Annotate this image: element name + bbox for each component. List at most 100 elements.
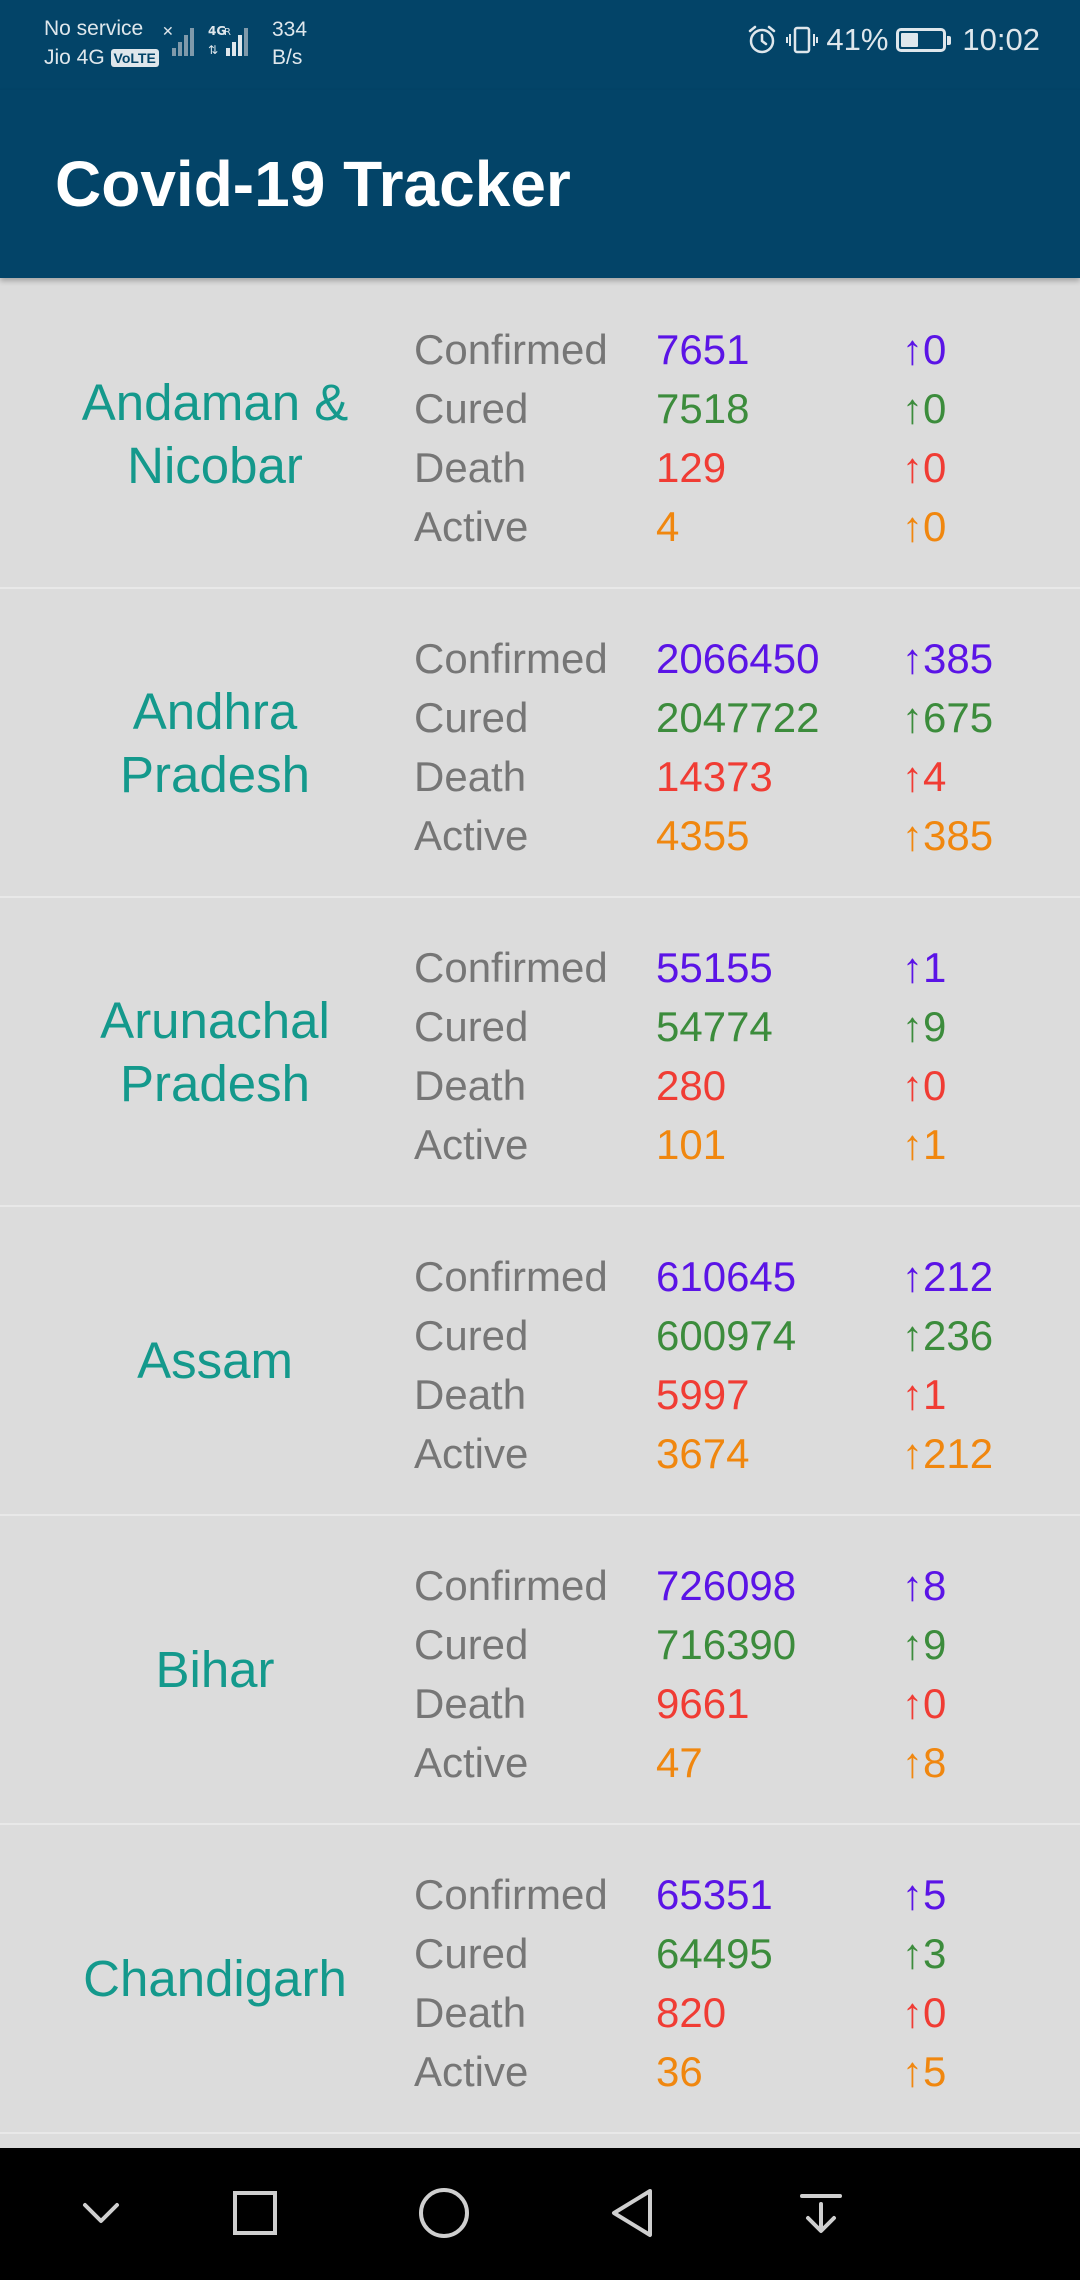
death-value: 280 (656, 1062, 727, 1109)
state-card[interactable]: Chandigarh Confirmed 65351 ↑5 Cured 6449… (0, 1825, 1080, 2134)
state-name: Chandigarh (83, 1950, 347, 2007)
death-value: 129 (656, 444, 727, 491)
confirmed-label: Confirmed (414, 1871, 608, 1918)
death-value: 9661 (656, 1680, 750, 1727)
death-label: Death (414, 444, 527, 491)
state-card[interactable]: Andhra Pradesh Confirmed 2066450 ↑385 Cu… (0, 589, 1080, 898)
active-row: Active 3674 ↑212 (414, 1424, 1014, 1483)
cured-delta: ↑675 (902, 694, 994, 741)
cured-value: 600974 (656, 1312, 797, 1359)
cured-row: Cured 2047722 ↑675 (414, 688, 1014, 747)
state-card[interactable]: Andaman & Nicobar Confirmed 7651 ↑0 Cure… (0, 280, 1080, 589)
state-stats: Confirmed 2066450 ↑385 Cured 2047722 ↑67… (414, 629, 1014, 865)
active-label: Active (414, 1121, 529, 1168)
active-delta: ↑0 (902, 503, 947, 550)
chevron-down-icon[interactable] (66, 2178, 136, 2248)
cured-value: 7518 (656, 385, 750, 432)
active-row: Active 4 ↑0 (414, 497, 1014, 556)
cured-value: 716390 (656, 1621, 797, 1668)
confirmed-value: 726098 (656, 1562, 797, 1609)
active-delta: ↑1 (902, 1121, 947, 1168)
confirmed-label: Confirmed (414, 1253, 608, 1300)
carrier-info: No service Jio 4G VoLTE (44, 14, 159, 72)
state-name: Andaman & Nicobar (81, 373, 349, 494)
signal-4g-icon: 4G R ⇅ (208, 24, 248, 57)
confirmed-label: Confirmed (414, 326, 608, 373)
confirmed-label: Confirmed (414, 1562, 608, 1609)
confirmed-label: Confirmed (414, 944, 608, 991)
active-value: 101 (656, 1121, 727, 1168)
cured-row: Cured 7518 ↑0 (414, 379, 1014, 438)
confirmed-label: Confirmed (414, 635, 608, 682)
cured-value: 64495 (656, 1930, 773, 1977)
confirmed-row: Confirmed 7651 ↑0 (414, 320, 1014, 379)
cured-row: Cured 64495 ↑3 (414, 1924, 1014, 1983)
confirmed-delta: ↑5 (902, 1871, 947, 1918)
death-delta: ↑4 (902, 753, 947, 800)
active-value: 47 (656, 1739, 703, 1786)
confirmed-delta: ↑385 (902, 635, 994, 682)
death-delta: ↑1 (902, 1371, 947, 1418)
confirmed-value: 65351 (656, 1871, 773, 1918)
active-label: Active (414, 1739, 529, 1786)
cured-label: Cured (414, 1930, 529, 1977)
signal-no-service-icon: ✕ (162, 24, 194, 56)
confirmed-delta: ↑0 (902, 326, 947, 373)
cured-delta: ↑9 (902, 1003, 947, 1050)
active-value: 3674 (656, 1430, 750, 1477)
recents-square-icon[interactable] (220, 2178, 290, 2248)
state-stats: Confirmed 65351 ↑5 Cured 64495 ↑3 Death … (414, 1865, 1014, 2101)
cured-delta: ↑9 (902, 1621, 947, 1668)
active-row: Active 47 ↑8 (414, 1733, 1014, 1792)
battery-percent: 41% (826, 22, 889, 57)
home-circle-icon[interactable] (409, 2178, 479, 2248)
death-label: Death (414, 1371, 527, 1418)
cured-row: Cured 54774 ↑9 (414, 997, 1014, 1056)
death-delta: ↑0 (902, 1062, 947, 1109)
active-delta: ↑385 (902, 812, 994, 859)
confirmed-value: 610645 (656, 1253, 797, 1300)
carrier-status: No service (44, 17, 144, 40)
state-card[interactable]: Arunachal Pradesh Confirmed 55155 ↑1 Cur… (0, 898, 1080, 1207)
state-card[interactable]: Assam Confirmed 610645 ↑212 Cured 600974… (0, 1207, 1080, 1516)
death-delta: ↑0 (902, 1680, 947, 1727)
active-label: Active (414, 812, 529, 859)
state-list[interactable]: Andaman & Nicobar Confirmed 7651 ↑0 Cure… (0, 280, 1080, 2148)
svg-text:R: R (224, 27, 231, 38)
clock: 10:02 (962, 22, 1040, 57)
battery-level (901, 33, 918, 47)
state-stats: Confirmed 55155 ↑1 Cured 54774 ↑9 Death … (414, 938, 1014, 1174)
notification-pull-icon[interactable] (786, 2178, 856, 2248)
battery-icon (896, 28, 952, 52)
state-name: Bihar (155, 1641, 275, 1698)
death-row: Death 280 ↑0 (414, 1056, 1014, 1115)
active-delta: ↑8 (902, 1739, 947, 1786)
death-label: Death (414, 1062, 527, 1109)
death-row: Death 129 ↑0 (414, 438, 1014, 497)
network-speed: 334 B/s (272, 16, 307, 72)
vibrate-icon (786, 26, 819, 54)
death-row: Death 14373 ↑4 (414, 747, 1014, 806)
confirmed-value: 7651 (656, 326, 750, 373)
death-label: Death (414, 753, 527, 800)
active-row: Active 36 ↑5 (414, 2042, 1014, 2101)
death-row: Death 5997 ↑1 (414, 1365, 1014, 1424)
status-bar: No service Jio 4G VoLTE ✕ 4G R ⇅ 334 B/s (0, 0, 1080, 90)
death-row: Death 820 ↑0 (414, 1983, 1014, 2042)
death-value: 14373 (656, 753, 773, 800)
active-label: Active (414, 2048, 529, 2095)
state-card[interactable]: Bihar Confirmed 726098 ↑8 Cured 716390 ↑… (0, 1516, 1080, 1825)
cured-label: Cured (414, 1312, 529, 1359)
confirmed-value: 55155 (656, 944, 773, 991)
state-stats: Confirmed 7651 ↑0 Cured 7518 ↑0 Death 12… (414, 320, 1014, 556)
active-delta: ↑212 (902, 1430, 994, 1477)
active-value: 4355 (656, 812, 750, 859)
network-speed-value: 334 (272, 18, 308, 41)
active-delta: ↑5 (902, 2048, 947, 2095)
alarm-icon (749, 25, 776, 54)
death-value: 5997 (656, 1371, 750, 1418)
confirmed-row: Confirmed 65351 ↑5 (414, 1865, 1014, 1924)
death-delta: ↑0 (902, 444, 947, 491)
back-triangle-icon[interactable] (597, 2178, 667, 2248)
cured-value: 54774 (656, 1003, 773, 1050)
